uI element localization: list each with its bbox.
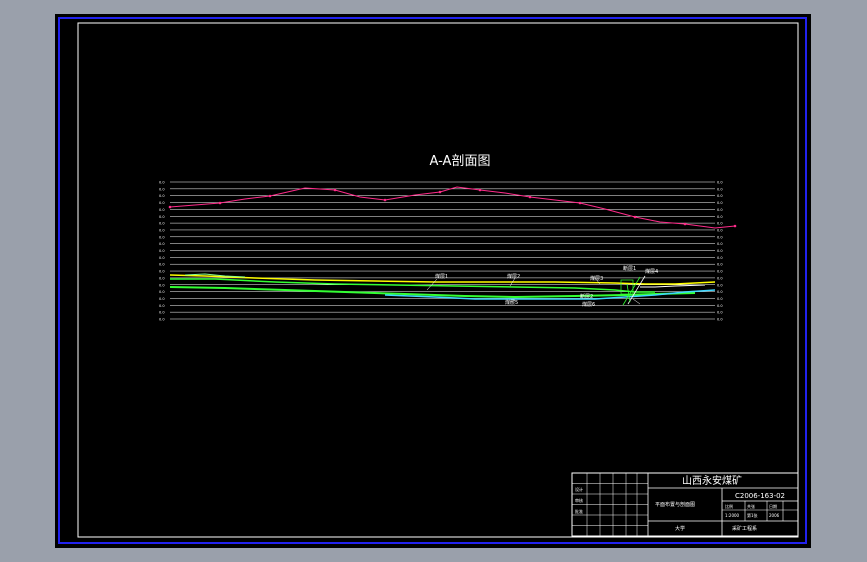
survey-point (218, 201, 222, 205)
survey-point (168, 205, 172, 209)
left-axis-labels: 0.0 0.0 0.0 0.0 0.0 0.0 0.0 0.0 0.0 0.0 0.0 0.0 0.0 0… (159, 181, 165, 322)
axis-tick-label: 0.0 (159, 208, 165, 212)
axis-tick-label: 0.0 (159, 187, 165, 191)
axis-tick-label: 0.0 (159, 256, 165, 260)
drawing-number: C2006-163-02 (735, 492, 785, 500)
axis-tick-label: 0.0 (717, 181, 723, 185)
axis-tick-label: 0.0 (159, 318, 165, 322)
axis-tick-label: 0.0 (159, 215, 165, 219)
axis-tick-label: 0.0 (717, 235, 723, 239)
survey-point (333, 188, 337, 192)
seam-label: 煤层2 (507, 273, 520, 280)
seam-label: 煤层1 (435, 273, 448, 280)
axis-tick-label: 0.0 (159, 235, 165, 239)
drawing-name: 平面布置与剖面图 (655, 501, 695, 508)
seam-label: 煤层4 (645, 268, 658, 275)
survey-points (168, 188, 737, 228)
drawing-viewport[interactable]: A-A剖面图 0.0 0.0 0.0 0.0 0.0 0.0 0.0 0.0 0.0 0.0 0.0… (55, 14, 811, 548)
axis-tick-label: 0.0 (717, 249, 723, 253)
axis-tick-label: 0.0 (159, 222, 165, 226)
axis-tick-label: 0.0 (159, 194, 165, 198)
axis-tick-label: 0.0 (159, 304, 165, 308)
survey-point (733, 224, 737, 228)
axis-tick-label: 0.0 (717, 297, 723, 301)
axis-tick-label: 0.0 (717, 242, 723, 246)
signature-table (572, 473, 648, 536)
material-label: 大学 (675, 525, 685, 532)
sheet-label: 共张 (747, 503, 755, 509)
cross-section: 0.0 0.0 0.0 0.0 0.0 0.0 0.0 0.0 0.0 0.0 0.0 0.0 0.0 0… (159, 181, 737, 322)
axis-tick-label: 0.0 (717, 290, 723, 294)
axis-tick-label: 0.0 (717, 276, 723, 280)
checker-label: 审核 (575, 497, 583, 503)
axis-tick-label: 0.0 (159, 263, 165, 267)
axis-tick-label: 0.0 (717, 215, 723, 219)
inner-frame (77, 22, 799, 538)
axis-tick-label: 0.0 (717, 318, 723, 322)
outer-frame (58, 17, 807, 544)
seam-label: 断层1 (623, 265, 636, 272)
seam-green-lower (169, 286, 696, 299)
axis-tick-label: 0.0 (717, 187, 723, 191)
survey-point (633, 215, 637, 219)
scale-label: 比例 (725, 503, 733, 509)
axis-tick-label: 0.0 (159, 249, 165, 253)
survey-point (478, 188, 482, 192)
title-block: 山西永安煤矿 C2006-163-02 平面布置与剖面图 比例 共张 日期 1:… (571, 472, 799, 537)
axis-tick-label: 0.0 (159, 181, 165, 185)
axis-tick-label: 0.0 (717, 311, 723, 315)
axis-tick-label: 0.0 (717, 201, 723, 205)
axis-tick-label: 0.0 (717, 304, 723, 308)
ground-surface-line (169, 186, 736, 229)
axis-tick-label: 0.0 (159, 297, 165, 301)
survey-point (528, 195, 532, 199)
right-axis-labels: 0.0 0.0 0.0 0.0 0.0 0.0 0.0 0.0 0.0 0.0 0.0 0.0 0.0 0… (717, 181, 723, 322)
axis-tick-label: 0.0 (159, 276, 165, 280)
axis-tick-label: 0.0 (717, 283, 723, 287)
axis-tick-label: 0.0 (717, 263, 723, 267)
axis-tick-label: 0.0 (159, 270, 165, 274)
axis-tick-label: 0.0 (159, 201, 165, 205)
survey-point (683, 222, 687, 226)
axis-tick-label: 0.0 (717, 256, 723, 260)
seam-label: 断层2 (580, 293, 593, 300)
survey-point (578, 201, 582, 205)
approver-label: 批准 (575, 508, 583, 514)
survey-point (268, 194, 272, 198)
seam-label: 煤层5 (505, 299, 518, 306)
axis-tick-label: 0.0 (717, 208, 723, 212)
cad-drawing: A-A剖面图 0.00.00.00.00.00.00.00.00.00.00.0… (58, 17, 807, 544)
axis-tick-label: 0.0 (717, 270, 723, 274)
sheet-value: 第1张 (747, 512, 758, 518)
survey-point (438, 190, 442, 194)
fault-line-3 (626, 283, 631, 303)
company-name: 山西永安煤矿 (682, 474, 742, 487)
axis-tick-label: 0.0 (159, 283, 165, 287)
axis-tick-label: 0.0 (717, 228, 723, 232)
elevation-grid (170, 181, 715, 320)
axis-tick-label: 0.0 (159, 290, 165, 294)
section-title: A-A剖面图 (430, 154, 491, 169)
designer-label: 设计 (575, 486, 583, 492)
survey-point (383, 198, 387, 202)
axis-tick-label: 0.0 (159, 228, 165, 232)
project-label: 采矿工程系 (732, 525, 757, 532)
date-value: 2006 (769, 513, 780, 518)
date-label: 日期 (769, 503, 777, 509)
axis-tick-label: 0.0 (159, 242, 165, 246)
axis-tick-label: 0.0 (717, 222, 723, 226)
seam-label: 煤层6 (582, 301, 595, 308)
seam-white (640, 284, 706, 288)
seam-label: 煤层3 (590, 275, 603, 282)
axis-tick-label: 0.0 (717, 194, 723, 198)
axis-tick-label: 0.0 (159, 311, 165, 315)
scale-value: 1:2000 (725, 513, 740, 518)
